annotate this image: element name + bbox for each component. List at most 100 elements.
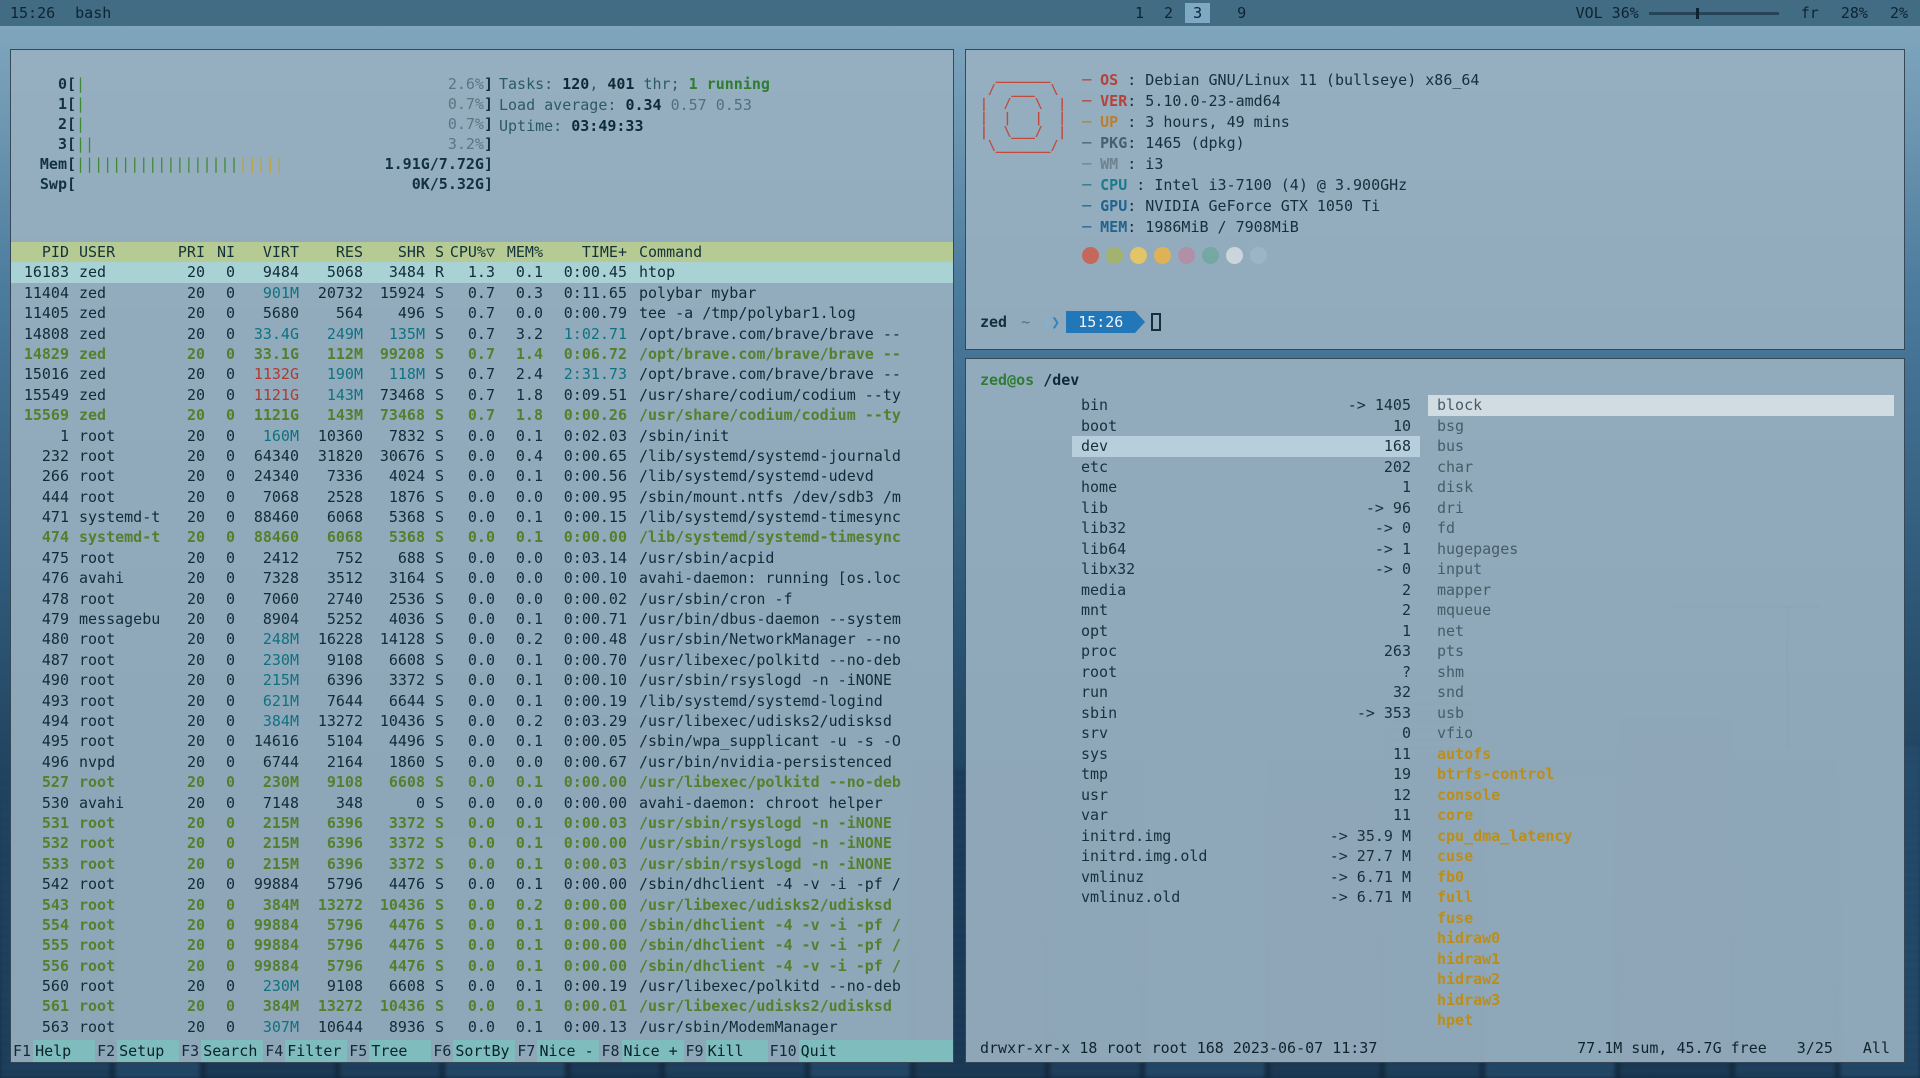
process-row[interactable]: 494root200384M1327210436S0.00.20:03.29/u… [11,711,953,731]
fm-entry[interactable]: btrfs-control [1428,764,1894,785]
process-row[interactable]: 11404zed200901M2073215924S0.70.30:11.65p… [11,283,953,303]
fm-entry[interactable]: hidraw2 [1428,969,1894,990]
file-manager-window[interactable]: zed@os/dev bin-> 1405boot10dev168etc202h… [965,358,1905,1063]
process-row[interactable]: 542root2009988457964476S0.00.10:00.00/sb… [11,874,953,894]
process-row[interactable]: 554root2009988457964476S0.00.10:00.00/sb… [11,915,953,935]
process-row[interactable]: 490root200215M63963372S0.00.10:00.10/usr… [11,670,953,690]
fm-entry[interactable]: mapper [1428,580,1894,601]
fm-entry[interactable]: tmp19 [1072,764,1420,785]
column-header-user[interactable]: USER [69,242,165,262]
process-row[interactable]: 471systemd-t2008846060685368S0.00.10:00.… [11,507,953,527]
column-header-time[interactable]: TIME+ [543,242,627,262]
column-header-pri[interactable]: PRI [165,242,205,262]
process-row[interactable]: 561root200384M1327210436S0.00.10:00.01/u… [11,996,953,1016]
column-header-shr[interactable]: SHR [363,242,425,262]
process-row[interactable]: 266root2002434073364024S0.00.10:00.56/li… [11,466,953,486]
process-row[interactable]: 487root200230M91086608S0.00.10:00.70/usr… [11,650,953,670]
process-row[interactable]: 476avahi200732835123164S0.00.00:00.10ava… [11,568,953,588]
fm-entry[interactable]: dri [1428,498,1894,519]
fm-entry[interactable]: sys11 [1072,744,1420,765]
fm-entry[interactable]: vmlinuz.old-> 6.71 M [1072,887,1420,908]
fm-entry[interactable]: etc202 [1072,457,1420,478]
fm-entry[interactable]: snd [1428,682,1894,703]
fm-entry[interactable]: lib64-> 1 [1072,539,1420,560]
fm-entry[interactable]: fuse [1428,908,1894,929]
htop-window[interactable]: 0[|2.6%]1[|0.7%]2[|0.7%]3[||3.2%]Mem[|||… [10,49,954,1063]
fnkey-setup[interactable]: F2Setup [95,1040,179,1062]
fm-entry[interactable]: pts [1428,641,1894,662]
fm-entry[interactable]: usb [1428,703,1894,724]
fm-entry[interactable]: hidraw0 [1428,928,1894,949]
fm-entry[interactable]: sbin-> 353 [1072,703,1420,724]
fm-entry[interactable]: initrd.img-> 35.9 M [1072,826,1420,847]
process-row[interactable]: 493root200621M76446644S0.00.10:00.19/lib… [11,691,953,711]
fnkey-sortby[interactable]: F6SortBy [431,1040,515,1062]
process-row[interactable]: 444root200706825281876S0.00.00:00.95/sbi… [11,487,953,507]
fm-entry[interactable]: shm [1428,662,1894,683]
fm-entry[interactable]: opt1 [1072,621,1420,642]
fm-entry[interactable]: cpu_dma_latency [1428,826,1894,847]
fm-entry[interactable]: srv0 [1072,723,1420,744]
fm-entry[interactable]: vfio [1428,723,1894,744]
fm-entry[interactable]: mqueue [1428,600,1894,621]
fm-entry[interactable]: disk [1428,477,1894,498]
fnkey-filter[interactable]: F4Filter [263,1040,347,1062]
fm-entry[interactable]: lib-> 96 [1072,498,1420,519]
process-row[interactable]: 495root2001461651044496S0.00.10:00.05/sb… [11,731,953,751]
fm-entry[interactable]: media2 [1072,580,1420,601]
fm-entry[interactable]: core [1428,805,1894,826]
volume-slider[interactable] [1649,12,1779,15]
fnkey-kill[interactable]: F9Kill [684,1040,768,1062]
column-header-virt[interactable]: VIRT [235,242,299,262]
fm-entry[interactable]: initrd.img.old-> 27.7 M [1072,846,1420,867]
fm-entry[interactable]: block [1428,395,1894,416]
fm-entry[interactable]: var11 [1072,805,1420,826]
fm-entry[interactable]: root? [1072,662,1420,683]
process-row[interactable]: 15016zed2001132G190M118MS0.72.42:31.73/o… [11,364,953,384]
process-row[interactable]: 232root200643403182030676S0.00.40:00.65/… [11,446,953,466]
workspace-9[interactable]: 9 [1229,3,1254,23]
workspace-1[interactable]: 1 [1127,3,1152,23]
process-row[interactable]: 530avahi20071483480S0.00.00:00.00avahi-d… [11,793,953,813]
fm-entry[interactable]: libx32-> 0 [1072,559,1420,580]
fm-entry[interactable]: proc263 [1072,641,1420,662]
column-header-res[interactable]: RES [299,242,363,262]
fm-entry[interactable]: vmlinuz-> 6.71 M [1072,867,1420,888]
process-row[interactable]: 563root200307M106448936S0.00.10:00.13/us… [11,1017,953,1037]
fm-entry[interactable]: char [1428,457,1894,478]
column-header-cpu[interactable]: CPU%▽ [447,242,495,262]
process-row[interactable]: 14829zed20033.1G112M99208S0.71.40:06.72/… [11,344,953,364]
workspace-2[interactable]: 2 [1156,3,1181,23]
process-row[interactable]: 15549zed2001121G143M73468S0.71.80:09.51/… [11,385,953,405]
column-header-s[interactable]: S [425,242,447,262]
fm-entry[interactable]: bin-> 1405 [1072,395,1420,416]
fm-entry[interactable]: home1 [1072,477,1420,498]
fm-entry[interactable]: hidraw3 [1428,990,1894,1011]
process-row[interactable]: 1root200160M103607832S0.00.10:02.03/sbin… [11,426,953,446]
fm-entry[interactable]: lib32-> 0 [1072,518,1420,539]
fnkey-tree[interactable]: F5Tree [347,1040,431,1062]
fm-entry[interactable]: usr12 [1072,785,1420,806]
fm-entry[interactable]: cuse [1428,846,1894,867]
fm-entry[interactable]: run32 [1072,682,1420,703]
keyboard-layout[interactable]: fr [1801,4,1819,22]
workspace-3[interactable]: 3 [1185,3,1210,23]
process-row[interactable]: 14808zed20033.4G249M135MS0.73.21:02.71/o… [11,324,953,344]
fm-entry[interactable]: bsg [1428,416,1894,437]
process-row[interactable]: 496nvpd200674421641860S0.00.00:00.67/usr… [11,752,953,772]
process-row[interactable]: 16183zed200948450683484R1.30.10:00.45hto… [11,262,953,282]
fm-entry[interactable]: console [1428,785,1894,806]
fnkey-nice[interactable]: F8Nice + [599,1040,683,1062]
process-row[interactable]: 475root2002412752688S0.00.00:03.14/usr/s… [11,548,953,568]
process-row[interactable]: 533root200215M63963372S0.00.10:00.03/usr… [11,854,953,874]
column-header-pid[interactable]: PID [11,242,69,262]
process-row[interactable]: 478root200706027402536S0.00.00:00.02/usr… [11,589,953,609]
fm-entry[interactable]: dev168 [1072,436,1420,457]
fnkey-quit[interactable]: F10Quit [768,1040,953,1062]
process-row[interactable]: 527root200230M91086608S0.00.10:00.00/usr… [11,772,953,792]
fm-entry[interactable]: mnt2 [1072,600,1420,621]
fm-entry[interactable]: autofs [1428,744,1894,765]
fm-entry[interactable]: net [1428,621,1894,642]
process-row[interactable]: 560root200230M91086608S0.00.10:00.19/usr… [11,976,953,996]
process-row[interactable]: 543root200384M1327210436S0.00.20:00.00/u… [11,895,953,915]
